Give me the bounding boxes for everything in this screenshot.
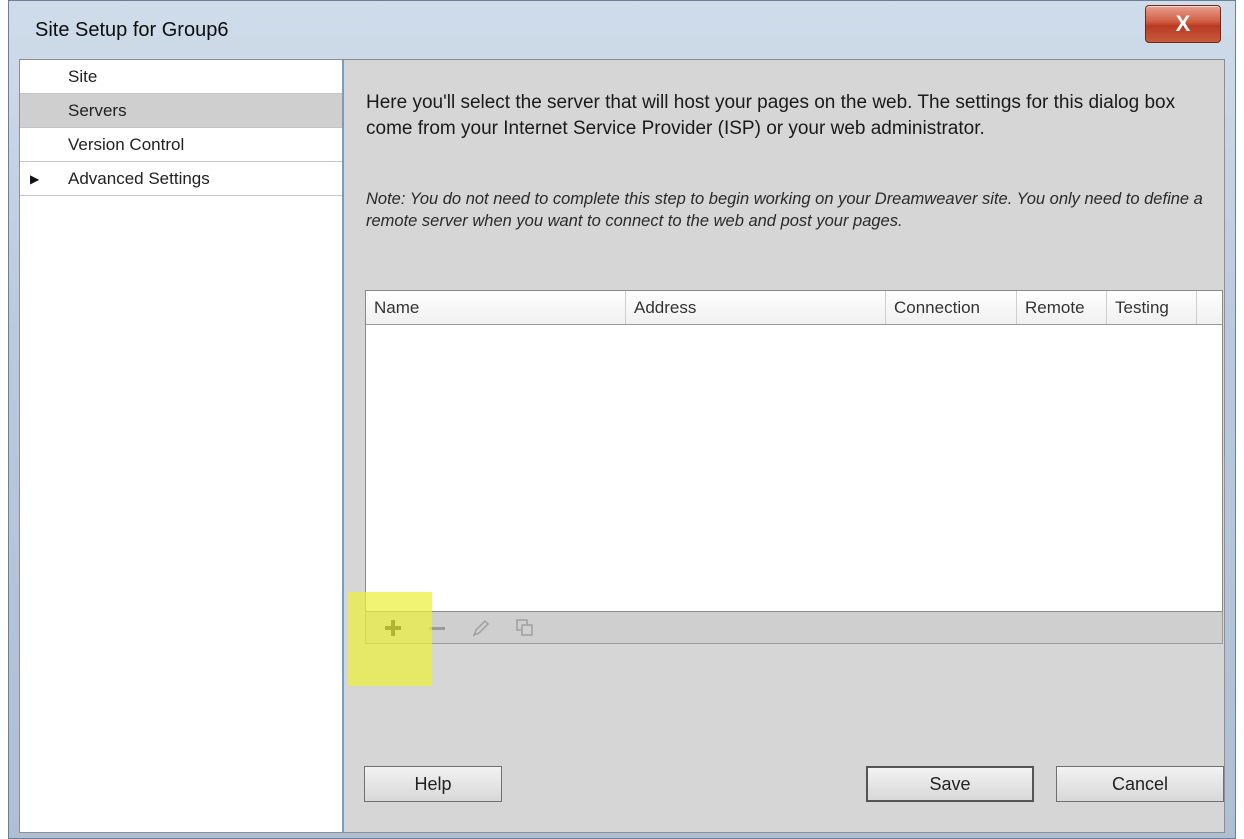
close-button[interactable]: X	[1145, 5, 1221, 43]
edit-icon	[472, 619, 490, 636]
servers-toolbar	[365, 612, 1223, 644]
column-header-remote[interactable]: Remote	[1017, 291, 1107, 324]
edit-server-button[interactable]	[464, 614, 498, 642]
add-server-button[interactable]	[376, 614, 410, 642]
dialog-window: Site Setup for Group6 X Site Servers Ver…	[8, 0, 1236, 839]
add-icon	[385, 619, 401, 636]
sidebar-item-advanced-settings[interactable]: ▶ Advanced Settings	[20, 162, 342, 196]
servers-table[interactable]: Name Address Connection Remote Testing	[365, 290, 1223, 612]
sidebar-item-site[interactable]: Site	[20, 60, 342, 94]
column-header-address[interactable]: Address	[626, 291, 886, 324]
column-header-name[interactable]: Name	[366, 291, 626, 324]
sidebar-item-label: Version Control	[68, 135, 185, 154]
sidebar-item-label: Advanced Settings	[68, 169, 210, 188]
sidebar-item-label: Servers	[68, 101, 127, 120]
expand-arrow-icon[interactable]: ▶	[30, 162, 39, 196]
help-button[interactable]: Help	[364, 766, 502, 802]
table-header: Name Address Connection Remote Testing	[366, 291, 1222, 325]
intro-text: Here you'll select the server that will …	[366, 92, 1176, 139]
column-header-testing[interactable]: Testing	[1107, 291, 1197, 324]
duplicate-icon	[516, 618, 533, 636]
dialog-body: Site Servers Version Control ▶ Advanced …	[19, 59, 1225, 833]
sidebar-item-version-control[interactable]: Version Control	[20, 128, 342, 162]
sidebar-item-servers[interactable]: Servers	[20, 94, 342, 128]
save-button[interactable]: Save	[866, 766, 1034, 802]
remove-icon	[429, 626, 445, 630]
cancel-button[interactable]: Cancel	[1056, 766, 1224, 802]
duplicate-server-button[interactable]	[508, 614, 542, 642]
sidebar-item-label: Site	[68, 67, 98, 86]
close-icon: X	[1175, 11, 1191, 36]
remove-server-button[interactable]	[420, 614, 454, 642]
category-sidebar: Site Servers Version Control ▶ Advanced …	[20, 60, 344, 832]
column-header-connection[interactable]: Connection	[886, 291, 1017, 324]
title-bar[interactable]: Site Setup for Group6 X	[9, 1, 1235, 57]
servers-panel: Here you'll select the server that will …	[344, 60, 1224, 832]
note-text: Note: You do not need to complete this s…	[366, 190, 1203, 230]
window-title: Site Setup for Group6	[35, 19, 229, 41]
